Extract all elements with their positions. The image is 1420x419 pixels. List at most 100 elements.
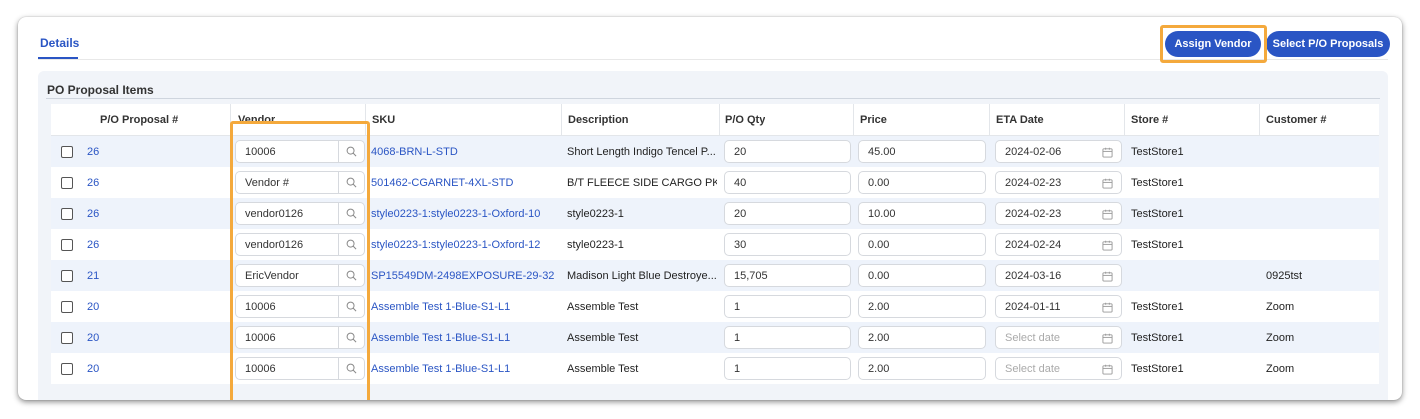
- row-checkbox[interactable]: [61, 300, 73, 313]
- price-input[interactable]: 0.00: [858, 233, 986, 256]
- qty-input[interactable]: 40: [724, 171, 851, 194]
- vendor-input[interactable]: EricVendor: [235, 264, 339, 287]
- price-input[interactable]: 2.00: [858, 357, 986, 380]
- eta-date-picker[interactable]: 2024-02-06: [995, 140, 1122, 163]
- header-sku[interactable]: SKU: [372, 104, 395, 135]
- calendar-icon: [1102, 147, 1113, 158]
- table-row: 21 EricVendor SP15549DM-2498EXPOSURE-29-…: [51, 260, 1379, 291]
- vendor-search-button[interactable]: [339, 295, 365, 318]
- sku-link[interactable]: Assemble Test 1-Blue-S1-L1: [371, 322, 558, 353]
- price-input[interactable]: 2.00: [858, 326, 986, 349]
- vendor-search-button[interactable]: [339, 264, 365, 287]
- header-proposal[interactable]: P/O Proposal #: [100, 104, 178, 135]
- proposal-link[interactable]: 21: [87, 260, 99, 291]
- tabs-divider: [38, 59, 1388, 60]
- row-checkbox[interactable]: [61, 207, 73, 220]
- vendor-input[interactable]: 10006: [235, 326, 339, 349]
- proposal-link[interactable]: 20: [87, 322, 99, 353]
- row-checkbox[interactable]: [61, 238, 73, 251]
- vendor-search-button[interactable]: [339, 171, 365, 194]
- po-proposal-items-panel: PO Proposal Items P/O Proposal # Vendor …: [38, 71, 1388, 400]
- proposal-link[interactable]: 26: [87, 229, 99, 260]
- eta-date-picker[interactable]: 2024-02-24: [995, 233, 1122, 256]
- price-input[interactable]: 45.00: [858, 140, 986, 163]
- vendor-input[interactable]: vendor0126: [235, 233, 339, 256]
- price-input[interactable]: 10.00: [858, 202, 986, 225]
- header-customer[interactable]: Customer #: [1266, 104, 1327, 135]
- sku-link[interactable]: 4068-BRN-L-STD: [371, 136, 558, 167]
- vendor-input-group: 10006: [235, 357, 365, 380]
- vendor-search-button[interactable]: [339, 140, 365, 163]
- row-checkbox[interactable]: [61, 145, 73, 158]
- row-checkbox[interactable]: [61, 362, 73, 375]
- vendor-input[interactable]: 10006: [235, 295, 339, 318]
- eta-date-picker[interactable]: 2024-03-16: [995, 264, 1122, 287]
- header-qty[interactable]: P/O Qty: [725, 104, 765, 135]
- proposal-link[interactable]: 26: [87, 198, 99, 229]
- qty-input[interactable]: 15,705: [724, 264, 851, 287]
- header-vendor[interactable]: Vendor: [238, 104, 275, 135]
- price-input[interactable]: 2.00: [858, 295, 986, 318]
- store-text: TestStore1: [1131, 238, 1184, 251]
- price-input[interactable]: 0.00: [858, 171, 986, 194]
- eta-date-picker[interactable]: Select date: [995, 326, 1122, 349]
- qty-input[interactable]: 30: [724, 233, 851, 256]
- qty-input[interactable]: 20: [724, 140, 851, 163]
- vendor-search-button[interactable]: [339, 202, 365, 225]
- eta-date-picker[interactable]: 2024-02-23: [995, 171, 1122, 194]
- description-text: style0223-1: [567, 207, 624, 220]
- assign-vendor-button[interactable]: Assign Vendor: [1165, 31, 1261, 57]
- section-divider: [46, 98, 1380, 99]
- eta-date-picker[interactable]: 2024-01-11: [995, 295, 1122, 318]
- qty-input[interactable]: 20: [724, 202, 851, 225]
- price-input[interactable]: 0.00: [858, 264, 986, 287]
- header-separator: [719, 104, 720, 136]
- eta-date-picker[interactable]: 2024-02-23: [995, 202, 1122, 225]
- proposal-link[interactable]: 20: [87, 353, 99, 384]
- header-separator: [1124, 104, 1125, 136]
- select-proposals-button[interactable]: Select P/O Proposals: [1266, 31, 1390, 57]
- tab-details[interactable]: Details: [40, 36, 79, 50]
- row-checkbox[interactable]: [61, 269, 73, 282]
- eta-date-picker[interactable]: Select date: [995, 357, 1122, 380]
- row-checkbox[interactable]: [61, 331, 73, 344]
- sku-link[interactable]: style0223-1:style0223-1-Oxford-12: [371, 229, 558, 260]
- proposal-link[interactable]: 26: [87, 167, 99, 198]
- header-store[interactable]: Store #: [1131, 104, 1168, 135]
- header-price[interactable]: Price: [860, 104, 887, 135]
- header-description[interactable]: Description: [568, 104, 629, 135]
- description-text: Assemble Test: [567, 362, 639, 375]
- vendor-input-group: 10006: [235, 140, 365, 163]
- header-separator: [853, 104, 854, 136]
- description-text: Assemble Test: [567, 300, 639, 313]
- proposal-link[interactable]: 26: [87, 136, 99, 167]
- sku-link[interactable]: SP15549DM-2498EXPOSURE-29-32: [371, 260, 558, 291]
- qty-input[interactable]: 1: [724, 295, 851, 318]
- vendor-input-group: 10006: [235, 326, 365, 349]
- sku-link[interactable]: Assemble Test 1-Blue-S1-L1: [371, 353, 558, 384]
- sku-link[interactable]: 501462-CGARNET-4XL-STD: [371, 167, 558, 198]
- vendor-input[interactable]: 10006: [235, 357, 339, 380]
- search-icon: [346, 363, 357, 374]
- vendor-input[interactable]: Vendor #: [235, 171, 339, 194]
- vendor-input[interactable]: vendor0126: [235, 202, 339, 225]
- section-title: PO Proposal Items: [47, 83, 154, 97]
- vendor-search-button[interactable]: [339, 357, 365, 380]
- customer-text: Zoom: [1266, 300, 1295, 313]
- calendar-icon: [1102, 333, 1113, 344]
- header-eta[interactable]: ETA Date: [996, 104, 1044, 135]
- store-text: TestStore1: [1131, 176, 1184, 189]
- row-checkbox[interactable]: [61, 176, 73, 189]
- header-separator: [989, 104, 990, 136]
- proposal-link[interactable]: 20: [87, 291, 99, 322]
- vendor-search-button[interactable]: [339, 233, 365, 256]
- customer-text: Zoom: [1266, 362, 1295, 375]
- qty-input[interactable]: 1: [724, 326, 851, 349]
- vendor-input[interactable]: 10006: [235, 140, 339, 163]
- qty-input[interactable]: 1: [724, 357, 851, 380]
- vendor-search-button[interactable]: [339, 326, 365, 349]
- sku-link[interactable]: Assemble Test 1-Blue-S1-L1: [371, 291, 558, 322]
- sku-link[interactable]: style0223-1:style0223-1-Oxford-10: [371, 198, 558, 229]
- calendar-icon: [1102, 240, 1113, 251]
- table-body: 26 10006 4068-BRN-L-STD Short Length Ind…: [51, 136, 1379, 384]
